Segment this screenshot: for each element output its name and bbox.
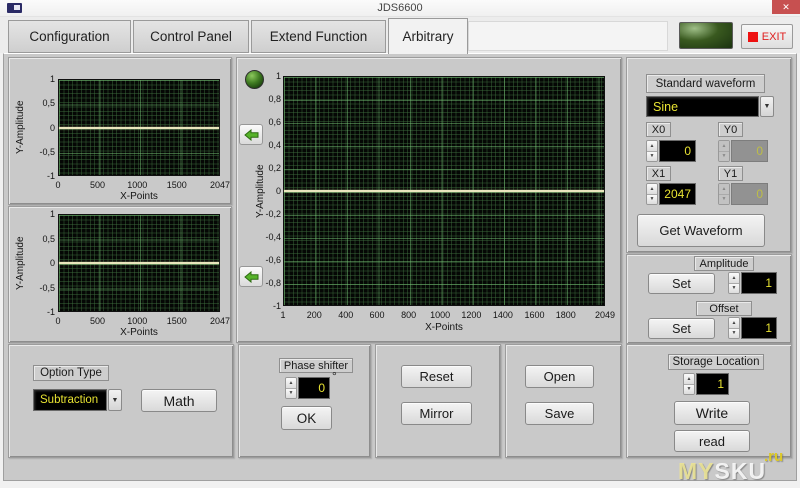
storage-location-label: Storage Location — [668, 354, 764, 370]
offset-spinner[interactable]: ▲ ▼ 1 — [728, 317, 777, 339]
connection-led-indicator — [679, 22, 733, 49]
dropdown-arrow-icon[interactable]: ▼ — [760, 96, 774, 117]
phase-shifter-spinner[interactable]: ▲ ▼ 0 — [285, 377, 330, 399]
main-graph-x-axis-label: X-Points — [425, 322, 463, 333]
graph1-y-axis-label: Y-Amplitude — [15, 100, 26, 155]
degree-symbol: ° — [332, 369, 337, 383]
amplitude-spinner[interactable]: ▲ ▼ 1 — [728, 272, 777, 294]
graph2-x-ticks: 0 500 1000 1500 2047 — [55, 316, 231, 326]
x1-value[interactable]: 2047 — [659, 183, 696, 205]
ok-button[interactable]: OK — [281, 406, 332, 430]
graph1-plot-area — [58, 79, 220, 176]
graph2-y-ticks: 1 0,5 0 -0,5 -1 — [39, 209, 55, 317]
watermark: MYSKU — [678, 458, 767, 484]
phase-spinner-arrows[interactable]: ▲ ▼ — [285, 377, 297, 399]
tab-extend-function[interactable]: Extend Function — [251, 20, 386, 53]
graph2-plot-area — [58, 214, 220, 312]
amplitude-offset-panel: Amplitude Set ▲ ▼ 1 Offset Set ▲ ▼ 1 — [626, 254, 792, 344]
amplitude-value[interactable]: 1 — [741, 272, 777, 294]
graph1-x-ticks: 0 500 1000 1500 2047 — [55, 180, 231, 190]
phase-shifter-value[interactable]: 0 — [298, 377, 330, 399]
tab-bar: Configuration Control Panel Extend Funct… — [0, 17, 800, 54]
write-button[interactable]: Write — [674, 401, 750, 425]
storage-location-spinner[interactable]: ▲ ▼ 1 — [683, 373, 729, 395]
main-graph-y-ticks: 1 0,8 0,6 0,4 0,2 0 -0,2 -0,4 -0,6 -0,8 -1 — [265, 71, 281, 311]
reset-mirror-panel: Reset Mirror — [375, 344, 501, 458]
y1-spinner: ▲ ▼ 0 — [718, 183, 768, 205]
phase-shifter-panel: Phase shifter ▲ ▼ 0 ° OK — [238, 344, 371, 458]
phase-shifter-label: Phase shifter — [279, 358, 353, 373]
y0-value: 0 — [731, 140, 768, 162]
save-button[interactable]: Save — [525, 402, 594, 425]
get-waveform-button[interactable]: Get Waveform — [637, 214, 765, 247]
tab-configuration[interactable]: Configuration — [8, 20, 131, 53]
exit-button[interactable]: EXIT — [741, 24, 793, 49]
x0-value[interactable]: 0 — [659, 140, 696, 162]
watermark-suffix: .ru — [764, 448, 784, 465]
graph2-y-axis-label: Y-Amplitude — [15, 236, 26, 290]
tab-arbitrary[interactable]: Arbitrary — [388, 18, 468, 54]
storage-location-value[interactable]: 1 — [696, 373, 729, 395]
standard-waveform-dropdown[interactable]: Sine ▼ — [646, 96, 774, 117]
title-bar: JDS6600 ✕ — [0, 0, 800, 17]
mirror-button[interactable]: Mirror — [401, 402, 472, 425]
x0-label: X0 — [646, 122, 671, 137]
option-type-label: Option Type — [33, 365, 109, 381]
main-graph-plot-area — [283, 76, 605, 306]
window-title: JDS6600 — [377, 2, 423, 14]
close-icon[interactable]: ✕ — [772, 0, 800, 14]
x0-spinner-arrows[interactable]: ▲ ▼ — [646, 140, 658, 162]
math-button[interactable]: Math — [141, 389, 217, 412]
main-graph-x-ticks: 1 200 400 600 800 1000 1200 1400 1600 1800 2049 — [280, 310, 616, 320]
graph1-y-ticks: 1 0,5 0 -0,5 -1 — [39, 74, 55, 181]
offset-value[interactable]: 1 — [741, 317, 777, 339]
exit-label: EXIT — [761, 30, 787, 43]
y0-spinner: ▲ ▼ 0 — [718, 140, 768, 162]
amplitude-set-button[interactable]: Set — [648, 273, 715, 294]
standard-waveform-panel: Standard waveform Sine ▼ X0 Y0 ▲ ▼ 0 ▲ ▼ 0… — [626, 57, 792, 253]
main-graph-panel: Y-Amplitude 1 0,8 0,6 0,4 0,2 0 -0,2 -0,4 -0,6 -0… — [236, 57, 622, 343]
x1-spinner[interactable]: ▲ ▼ 2047 — [646, 183, 696, 205]
x1-label: X1 — [646, 166, 671, 181]
x0-spinner[interactable]: ▲ ▼ 0 — [646, 140, 696, 162]
tab-filler-strip — [468, 21, 668, 51]
amplitude-spinner-arrows[interactable]: ▲ ▼ — [728, 272, 740, 294]
main-graph-waveform-line — [284, 190, 604, 192]
amplitude-label: Amplitude — [694, 256, 754, 271]
y1-spinner-arrows: ▲ ▼ — [718, 183, 730, 205]
tab-control-panel[interactable]: Control Panel — [133, 20, 249, 53]
x1-spinner-arrows[interactable]: ▲ ▼ — [646, 183, 658, 205]
open-save-panel: Open Save — [505, 344, 622, 458]
graph1-x-axis-label: X-Points — [120, 191, 158, 202]
offset-set-button[interactable]: Set — [648, 318, 715, 339]
option-type-value[interactable]: Subtraction — [33, 389, 107, 411]
y0-spinner-arrows: ▲ ▼ — [718, 140, 730, 162]
storage-panel: Storage Location ▲ ▼ 1 Write read — [626, 344, 792, 458]
read-button[interactable]: read — [674, 430, 750, 452]
offset-spinner-arrows[interactable]: ▲ ▼ — [728, 317, 740, 339]
standard-waveform-value[interactable]: Sine — [646, 96, 759, 117]
reset-button[interactable]: Reset — [401, 365, 472, 388]
standard-waveform-label: Standard waveform — [646, 74, 765, 93]
dropdown-arrow-icon[interactable]: ▼ — [108, 389, 122, 411]
graph2-waveform-line — [59, 262, 219, 264]
graph2-x-axis-label: X-Points — [120, 327, 158, 338]
option-type-panel: Option Type Subtraction ▼ Math — [8, 344, 234, 458]
y0-label: Y0 — [718, 122, 743, 137]
graph1-waveform-line — [59, 126, 219, 129]
graph-panel-1: Y-Amplitude 1 0,5 0 -0,5 -1 0 500 1000 1500 2047… — [8, 57, 232, 205]
storage-spinner-arrows[interactable]: ▲ ▼ — [683, 373, 695, 395]
stop-icon — [747, 31, 758, 42]
open-button[interactable]: Open — [525, 365, 594, 388]
graph-panel-2: Y-Amplitude 1 0,5 0 -0,5 -1 0 500 1000 1500 2047… — [8, 206, 232, 343]
option-type-dropdown[interactable]: Subtraction ▼ — [33, 389, 122, 411]
offset-label: Offset — [696, 301, 752, 316]
y1-value: 0 — [731, 183, 768, 205]
y1-label: Y1 — [718, 166, 743, 181]
